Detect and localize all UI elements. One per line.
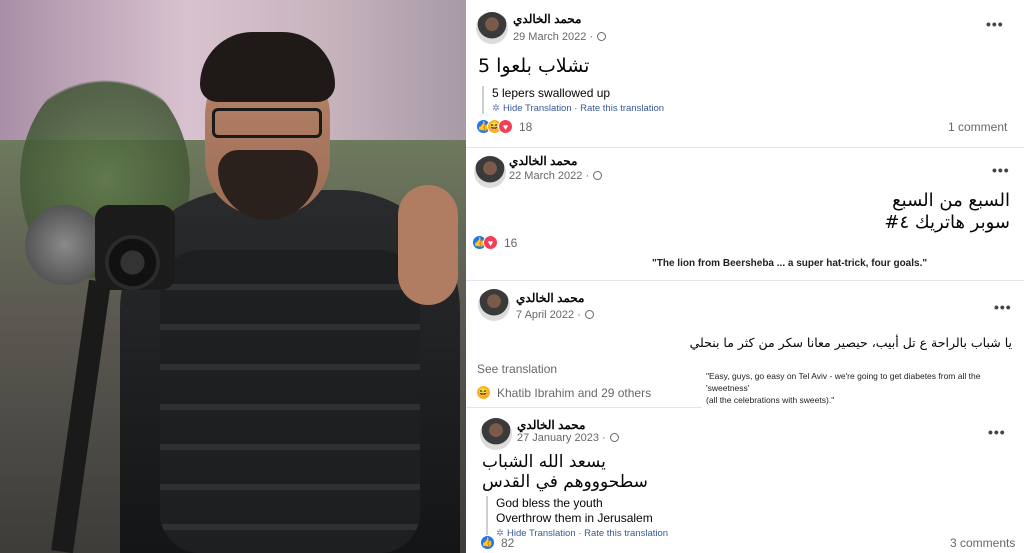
author-name[interactable]: محمد الخالدي bbox=[517, 418, 585, 432]
heart-icon: ♥ bbox=[498, 119, 513, 134]
post-date[interactable]: 27 January 2023 · bbox=[517, 432, 619, 444]
avatar[interactable] bbox=[474, 156, 506, 188]
post: محمد الخالدي 22 March 2022 · ••• السبع م… bbox=[466, 148, 1024, 280]
post-text: تشلاب بلعوا 5 bbox=[478, 55, 590, 77]
post-text: سطحوووهم في القدس bbox=[482, 472, 648, 492]
rate-translation-link[interactable]: Rate this translation bbox=[580, 103, 664, 114]
hide-translation-link[interactable]: Hide Translation bbox=[503, 103, 572, 114]
facebook-feed: محمد الخالدي 29 March 2022 · ••• تشلاب ب… bbox=[466, 0, 1024, 553]
avatar[interactable] bbox=[480, 418, 512, 450]
globe-icon bbox=[593, 171, 603, 180]
translation-text: Overthrow them in Jerusalem bbox=[496, 511, 653, 525]
post-text: سوبر هاتريك ٤# bbox=[884, 212, 1010, 233]
globe-icon bbox=[597, 32, 607, 41]
more-options-icon[interactable]: ••• bbox=[994, 299, 1012, 315]
post: محمد الخالدي 7 April 2022 · ••• يا شباب … bbox=[466, 280, 1024, 408]
haha-icon: 😆 bbox=[476, 385, 491, 400]
translation-block: God bless the youth Overthrow them in Je… bbox=[486, 496, 668, 539]
reactions-summary[interactable]: 👍 ♥ 16 bbox=[472, 235, 517, 250]
translation-text: 5 lepers swallowed up bbox=[492, 86, 611, 100]
caption-translation: "Easy, guys, go easy on Tel Aviv - we're… bbox=[702, 368, 1024, 408]
more-options-icon[interactable]: ••• bbox=[988, 424, 1006, 440]
reactors-summary[interactable]: 😆 Khatib Ibrahim and 29 others bbox=[476, 385, 651, 400]
profile-photo bbox=[0, 0, 466, 553]
comments-link[interactable]: 1 comment bbox=[948, 120, 1007, 134]
author-name[interactable]: محمد الخالدي bbox=[513, 12, 581, 26]
post-text: يا شباب بالراحة ع تل أبيب، حيصير معانا س… bbox=[689, 335, 1012, 350]
like-icon: 👍 bbox=[480, 535, 495, 550]
post-text: السبع من السبع bbox=[892, 190, 1010, 211]
author-name[interactable]: محمد الخالدي bbox=[509, 154, 577, 168]
avatar[interactable] bbox=[478, 289, 510, 321]
see-translation-link[interactable]: See translation bbox=[477, 362, 557, 376]
post-date[interactable]: 29 March 2022 · bbox=[513, 31, 607, 43]
hide-translation-link[interactable]: Hide Translation bbox=[507, 528, 576, 539]
reactions-summary[interactable]: 👍 😆 ♥ 18 bbox=[476, 119, 532, 134]
post-text: يسعد الله الشباب bbox=[482, 452, 606, 472]
translation-text: God bless the youth bbox=[496, 496, 603, 510]
gear-icon: ✲ bbox=[492, 103, 500, 114]
heart-icon: ♥ bbox=[483, 235, 498, 250]
author-name[interactable]: محمد الخالدي bbox=[516, 291, 584, 305]
reactions-summary[interactable]: 👍 82 bbox=[480, 535, 514, 550]
post: محمد الخالدي 29 March 2022 · ••• تشلاب ب… bbox=[466, 0, 1024, 148]
post-date[interactable]: 7 April 2022 · bbox=[516, 309, 594, 321]
reaction-count: 16 bbox=[504, 235, 518, 250]
reaction-count: 82 bbox=[501, 535, 515, 550]
post-date[interactable]: 22 March 2022 · bbox=[509, 170, 603, 182]
globe-icon bbox=[584, 310, 594, 319]
avatar[interactable] bbox=[476, 12, 508, 44]
post: محمد الخالدي 27 January 2023 · ••• يسعد … bbox=[466, 408, 1024, 553]
rate-translation-link[interactable]: Rate this translation bbox=[584, 528, 668, 539]
comments-link[interactable]: 3 comments bbox=[950, 536, 1015, 550]
more-options-icon[interactable]: ••• bbox=[986, 16, 1004, 32]
more-options-icon[interactable]: ••• bbox=[992, 162, 1010, 178]
translation-block: 5 lepers swallowed up ✲ Hide Translation … bbox=[482, 86, 664, 114]
globe-icon bbox=[609, 433, 619, 442]
reaction-count: 18 bbox=[519, 119, 533, 134]
caption-translation: "The lion from Beersheba ... a super hat… bbox=[652, 258, 928, 269]
